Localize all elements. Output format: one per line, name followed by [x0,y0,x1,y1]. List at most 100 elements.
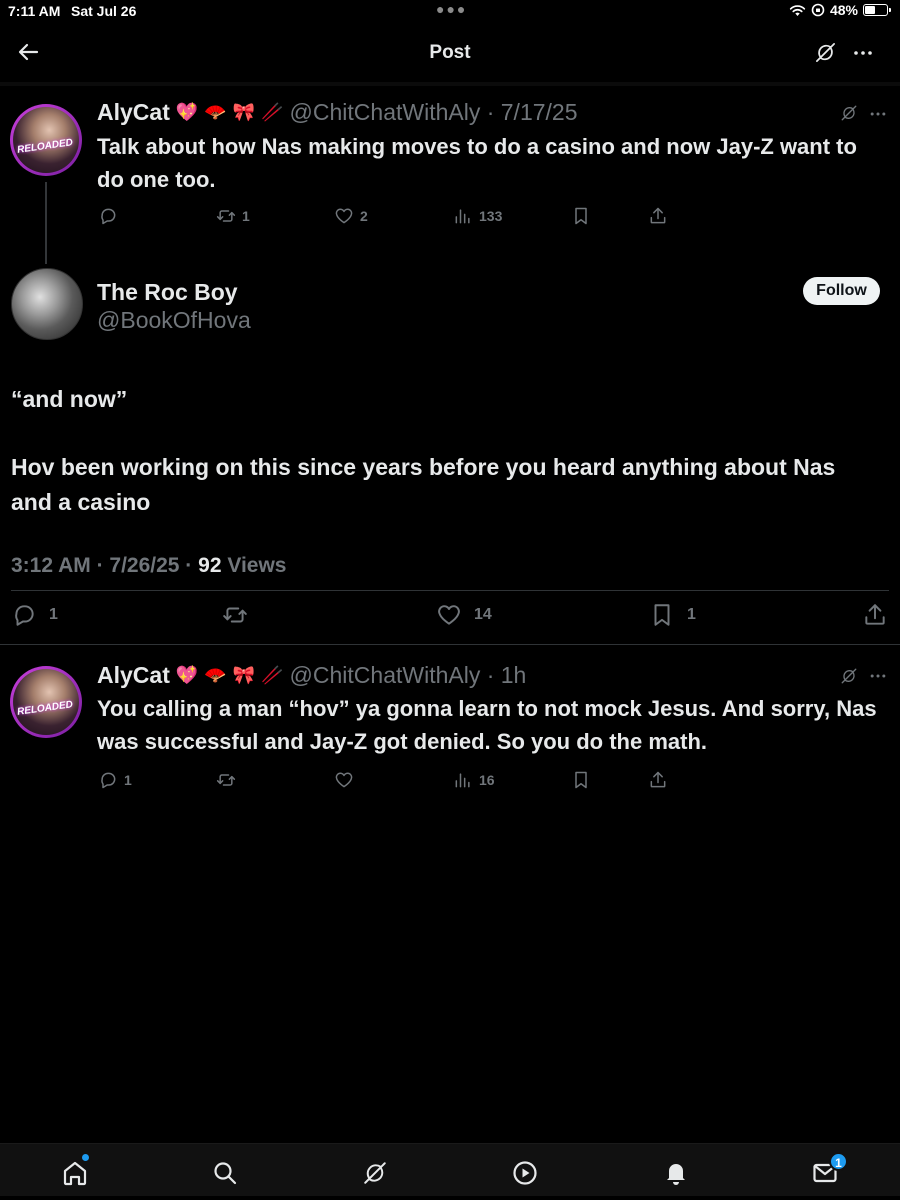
reply-count: 1 [49,606,58,623]
views-icon [453,770,473,790]
status-indicators: 48% [789,2,891,18]
handle[interactable]: @BookOfHova [97,307,251,334]
views-count[interactable]: 92 [198,554,221,577]
bookmark-button[interactable] [571,770,591,790]
views-count: 133 [479,208,503,224]
like-button[interactable]: 2 [334,206,368,226]
grok-icon [362,1160,388,1186]
search-icon [214,1162,237,1185]
more-icon [851,41,875,65]
reply-count: 1 [124,772,132,788]
post-meta: 3:12 AM · 7/26/25 · 92 Views [11,554,287,578]
post-timestamp: 3:12 AM · 7/26/25 · [11,554,199,577]
display-name[interactable]: AlyCat [97,99,170,126]
post-text-line-2: Hov been working on this since years bef… [11,454,836,515]
share-button[interactable] [648,206,668,226]
repost-button[interactable] [222,602,260,628]
bookmark-icon [571,770,591,790]
reply-button[interactable]: 1 [98,770,132,790]
avatar[interactable]: RELOADED [10,104,82,176]
post-text: You calling a man “hov” ya gonna learn t… [97,696,877,754]
views-label: Views [221,554,287,577]
views-count: 16 [479,772,495,788]
home-icon [63,1161,87,1186]
avatar[interactable] [11,268,83,340]
more-options-button[interactable] [868,666,888,686]
tab-home[interactable] [62,1154,89,1186]
tab-search[interactable] [212,1160,238,1186]
tab-video[interactable] [512,1160,538,1186]
divider [11,590,889,591]
grok-icon [840,104,858,122]
divider [0,644,900,645]
bell-icon [667,1164,685,1185]
avatar-badge-text: RELOADED [16,137,74,156]
reply-icon [98,206,118,226]
more-icon [868,666,888,686]
emoji-sparkle-heart-icon: 💖 [175,102,199,122]
post-text-line-1: “and now” [11,386,128,412]
grok-button[interactable] [840,667,858,685]
page-title: Post [429,42,471,63]
views-button[interactable]: 133 [453,206,502,226]
battery-icon [863,4,891,16]
share-button[interactable] [862,602,888,628]
emoji-ribbon-icon: 🎀 [232,102,256,122]
post-header: AlyCat 💖 🪭 🎀 🥢 @ChitChatWithAly · 1h [97,662,526,689]
messages-badge: 1 [829,1152,848,1171]
nav-bar-bottom [0,82,900,86]
emoji-fan-icon: 🪭 [204,102,227,122]
emoji-chopsticks-icon: 🥢 [261,102,284,122]
new-posts-dot [82,1154,89,1161]
grok-icon [840,667,858,685]
display-name[interactable]: The Roc Boy [97,279,238,306]
orientation-lock-icon [811,3,825,17]
avatar[interactable]: RELOADED [10,666,82,738]
repost-button[interactable] [216,770,242,790]
bookmark-icon [649,602,675,628]
like-count: 14 [474,606,492,623]
status-date: Sat Jul 26 [71,3,137,19]
share-icon [862,602,888,628]
post-header: AlyCat 💖 🪭 🎀 🥢 @ChitChatWithAly · 7/17/2… [97,99,578,126]
battery-percent: 48% [829,2,858,18]
follow-button[interactable]: Follow [803,277,880,305]
heart-icon [436,602,462,628]
thread-line [45,182,47,264]
status-time: 7:11 AM [8,3,61,19]
tab-notifications[interactable] [663,1160,689,1186]
handle-and-date[interactable]: @ChitChatWithAly · 7/17/25 [290,99,578,126]
repost-button[interactable]: 1 [216,206,250,226]
bookmark-icon [571,206,591,226]
reply-button[interactable] [98,206,124,226]
emoji-fan-icon: 🪭 [204,665,227,685]
views-button[interactable]: 16 [453,770,495,790]
repost-icon [216,206,236,226]
tab-grok[interactable] [362,1160,388,1186]
reply-icon [11,602,37,628]
grok-button[interactable] [814,41,837,64]
bookmark-button[interactable] [571,206,591,226]
bookmark-button[interactable]: 1 [649,602,696,628]
post-text: Talk about how Nas making moves to do a … [97,134,857,192]
share-button[interactable] [648,770,668,790]
reply-button[interactable]: 1 [11,602,58,628]
like-button[interactable] [334,770,360,790]
emoji-ribbon-icon: 🎀 [232,665,256,685]
repost-count: 1 [242,208,250,224]
grok-button[interactable] [840,104,858,122]
views-icon [453,206,473,226]
handle-and-time[interactable]: @ChitChatWithAly · 1h [290,662,527,689]
multitasking-dots-icon[interactable]: ●●● [436,1,467,17]
avatar-badge-text: RELOADED [16,699,74,718]
emoji-sparkle-heart-icon: 💖 [175,665,199,685]
like-button[interactable]: 14 [436,602,492,628]
tab-messages[interactable]: 1 [812,1152,848,1186]
heart-icon [334,206,354,226]
bottom-tab-bar: 1 [0,1143,900,1200]
more-options-button[interactable] [851,41,875,65]
display-name[interactable]: AlyCat [97,662,170,689]
like-count: 2 [360,208,368,224]
wifi-icon [789,4,806,16]
more-options-button[interactable] [868,104,888,124]
